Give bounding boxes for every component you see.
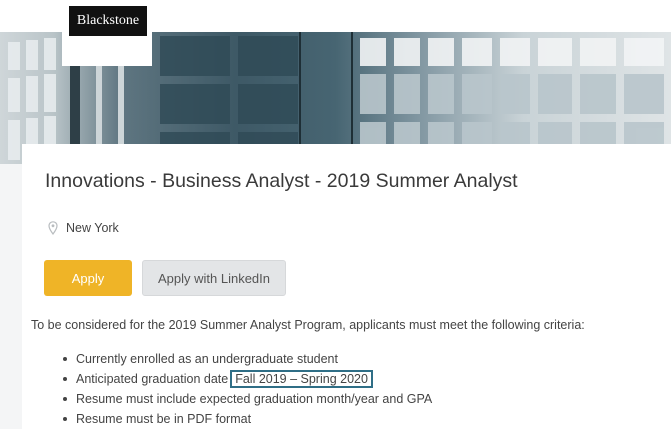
- company-logo-text: Blackstone: [76, 13, 140, 28]
- job-title: Innovations - Business Analyst - 2019 Su…: [45, 170, 518, 192]
- company-logo-card[interactable]: Blackstone: [62, 0, 152, 66]
- job-location-label: New York: [66, 221, 119, 235]
- criteria-list: Currently enrolled as an undergraduate s…: [62, 349, 432, 429]
- linkedin-button-label: Apply with LinkedIn: [157, 270, 270, 286]
- side-shade: [0, 164, 22, 429]
- company-logo: Blackstone: [69, 6, 147, 36]
- criteria-intro: To be considered for the 2019 Summer Ana…: [31, 318, 585, 332]
- list-item: Resume must include expected graduation …: [62, 389, 432, 409]
- apply-button[interactable]: Apply: [44, 260, 132, 296]
- apply-button-label: Apply: [71, 270, 105, 286]
- list-item: Resume must be in PDF format: [62, 409, 432, 429]
- job-location: New York: [48, 221, 119, 235]
- list-item: Currently enrolled as an undergraduate s…: [62, 349, 432, 369]
- map-pin-icon: [48, 221, 58, 235]
- list-item: Anticipated graduation date Fall 2019 – S…: [62, 369, 432, 389]
- list-item-text: Anticipated graduation date: [76, 372, 229, 386]
- apply-with-linkedin-button[interactable]: Apply with LinkedIn: [142, 260, 286, 296]
- graduation-range-highlight: Fall 2019 – Spring 2020: [230, 370, 373, 388]
